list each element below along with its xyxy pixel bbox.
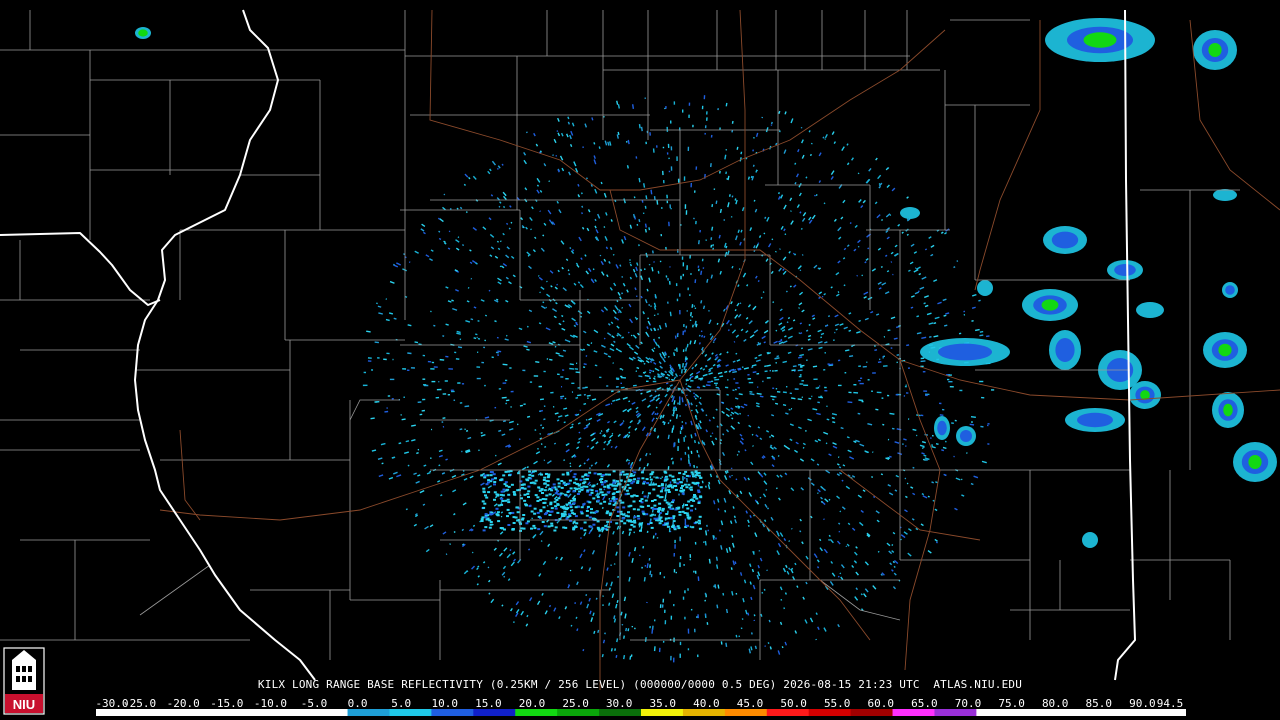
color-scale-labels: -30.0 -25.0 -20.0 -15.0 -10.0 -5.0 0.0 5.0 10.0 1…	[95, 697, 1186, 710]
radar-map: NIU	[0, 0, 1280, 720]
scale-color-segment	[682, 709, 726, 716]
scale-color-segment	[515, 709, 558, 716]
scale-color-segment	[976, 709, 1019, 716]
scale-color-segment	[347, 709, 390, 716]
scale-color-segment	[641, 709, 684, 716]
scale-color-segment	[599, 709, 642, 716]
scale-color-segment	[557, 709, 600, 716]
scale-color-segment	[179, 709, 223, 716]
scale-color-segment	[1144, 709, 1186, 716]
scale-color-segment	[431, 709, 474, 716]
scale-color-segment	[221, 709, 265, 716]
scale-color-segment	[473, 709, 516, 716]
product-caption: KILX LONG RANGE BASE REFLECTIVITY (0.25K…	[257, 678, 1023, 691]
color-scale-bar	[96, 709, 1186, 716]
svg-text:NIU: NIU	[13, 697, 35, 712]
scale-color-segment	[1060, 709, 1103, 716]
scale-color-segment	[892, 709, 935, 716]
scale-color-segment	[137, 709, 181, 716]
scale-color-segment	[850, 709, 894, 716]
scale-color-segment	[808, 709, 852, 716]
scale-color-segment	[263, 709, 307, 716]
scale-color-segment	[934, 709, 977, 716]
scale-color-segment	[1102, 709, 1145, 716]
scale-color-segment	[766, 709, 810, 716]
scale-color-segment	[389, 709, 432, 716]
scale-color-segment	[1018, 709, 1061, 716]
scale-color-segment	[724, 709, 768, 716]
scale-color-segment	[96, 709, 139, 716]
scale-color-segment	[305, 709, 349, 716]
